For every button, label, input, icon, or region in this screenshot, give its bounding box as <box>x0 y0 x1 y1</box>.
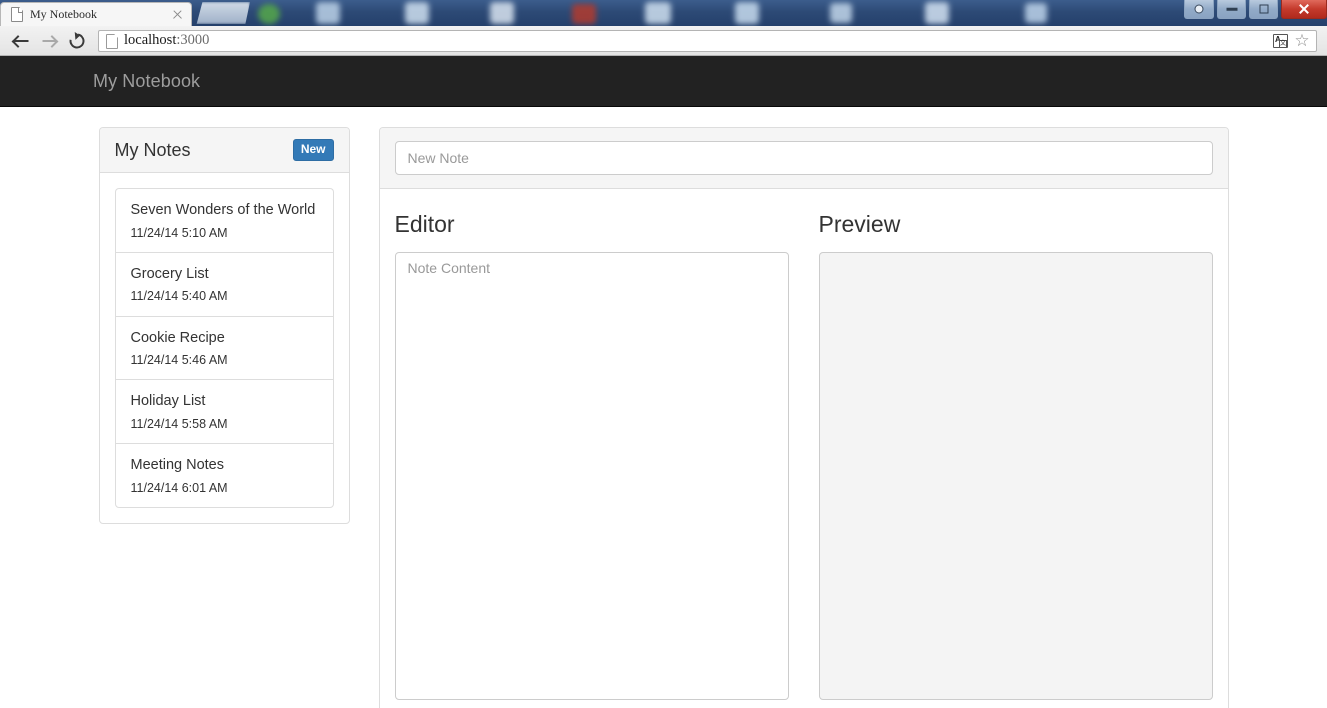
note-title: Holiday List <box>130 393 206 410</box>
notes-panel: My Notes New Seven Wonders of the World 1… <box>98 127 350 525</box>
note-title-input[interactable] <box>394 141 1213 175</box>
list-item[interactable]: Holiday List 11/24/14 5:58 AM <box>114 379 334 444</box>
address-bar-icons: A文 ☆ <box>1273 32 1310 49</box>
user-profile-button[interactable] <box>1184 0 1214 19</box>
page-icon <box>10 7 23 22</box>
list-item[interactable]: Seven Wonders of the World 11/24/14 5:10 … <box>114 188 334 252</box>
address-bar[interactable]: localhost:3000 A文 ☆ <box>98 29 1317 52</box>
note-date: 11/24/14 5:46 AM <box>130 353 228 368</box>
list-item[interactable]: Meeting Notes 11/24/14 6:01 AM <box>114 443 334 509</box>
url-port: :3000 <box>176 32 210 48</box>
background-desktop-blur <box>196 2 250 24</box>
desktop-icon-blur <box>490 2 514 24</box>
desktop-icon-blur <box>258 4 280 24</box>
desktop-icon-blur <box>405 2 429 24</box>
notes-sidebar-column: My Notes New Seven Wonders of the World 1… <box>84 127 365 525</box>
browser-tab-title: My Notebook <box>30 7 97 21</box>
note-title: Meeting Notes <box>130 457 225 474</box>
desktop-icon-blur <box>925 2 949 24</box>
page-icon <box>106 34 117 47</box>
notes-panel-body: Seven Wonders of the World 11/24/14 5:10 … <box>100 173 349 523</box>
note-date: 11/24/14 5:40 AM <box>130 289 228 304</box>
star-icon[interactable]: ☆ <box>1294 32 1310 49</box>
list-item[interactable]: Grocery List 11/24/14 5:40 AM <box>114 251 334 316</box>
desktop-icon-blur <box>316 2 340 24</box>
editor-pane: Editor <box>394 204 804 705</box>
forward-button[interactable] <box>36 29 62 53</box>
app-container: My Notes New Seven Wonders of the World 1… <box>84 107 1244 708</box>
desktop-icon-blur <box>645 2 671 24</box>
app-viewport: My Notebook My Notes New Seven Wonders o… <box>0 56 1327 708</box>
note-date: 11/24/14 5:10 AM <box>130 225 228 240</box>
note-title: Seven Wonders of the World <box>130 202 316 218</box>
browser-tab[interactable]: My Notebook <box>0 2 192 26</box>
reload-icon <box>66 30 88 51</box>
minimize-button[interactable] <box>1217 0 1246 19</box>
note-editor-column: Editor Preview <box>365 127 1244 708</box>
close-icon[interactable] <box>171 8 185 22</box>
note-date: 11/24/14 6:01 AM <box>130 480 228 495</box>
back-button[interactable] <box>8 29 34 53</box>
preview-heading: Preview <box>818 211 901 237</box>
browser-chrome: My Notebook localhost:3000 A文 ☆ <box>0 0 1327 56</box>
note-date: 11/24/14 5:58 AM <box>130 417 228 431</box>
browser-tabstrip: My Notebook <box>0 0 1327 26</box>
app-brand[interactable]: My Notebook <box>0 71 200 92</box>
new-note-button[interactable]: New <box>292 138 334 162</box>
desktop-icon-blur <box>830 3 852 23</box>
close-window-button[interactable] <box>1281 0 1327 19</box>
maximize-button[interactable] <box>1249 0 1278 19</box>
close-icon <box>1298 3 1310 15</box>
note-title: Cookie Recipe <box>130 329 225 346</box>
maximize-icon <box>1259 4 1268 14</box>
note-title: Grocery List <box>130 265 209 282</box>
note-content-textarea[interactable] <box>394 252 789 700</box>
note-title-heading <box>379 128 1228 189</box>
forward-arrow-icon <box>42 35 57 47</box>
note-editor-panel: Editor Preview <box>378 127 1229 708</box>
editor-heading: Editor <box>394 211 455 237</box>
app-navbar: My Notebook <box>0 56 1327 107</box>
note-editor-body: Editor Preview <box>380 189 1228 708</box>
desktop-icon-blur <box>735 2 759 24</box>
notes-panel-heading: My Notes New <box>99 128 349 173</box>
user-icon <box>1194 4 1204 14</box>
desktop-icon-blur <box>1025 3 1047 23</box>
page-title: My Notes <box>114 139 191 160</box>
translate-icon[interactable]: A文 <box>1273 33 1288 48</box>
preview-pane: Preview <box>804 204 1213 705</box>
back-arrow-icon <box>13 35 29 47</box>
browser-toolbar: localhost:3000 A文 ☆ <box>0 26 1327 56</box>
desktop-icon-blur <box>572 4 596 24</box>
preview-content <box>818 252 1213 700</box>
address-bar-url: localhost:3000 <box>124 32 1273 49</box>
url-host: localhost <box>124 32 177 48</box>
minimize-icon <box>1226 7 1237 11</box>
window-controls <box>1181 0 1327 22</box>
notes-list: Seven Wonders of the World 11/24/14 5:10 … <box>114 188 334 509</box>
reload-button[interactable] <box>64 29 90 53</box>
translate-sub-glyph: 文 <box>1279 39 1287 47</box>
list-item[interactable]: Cookie Recipe 11/24/14 5:46 AM <box>114 315 334 380</box>
